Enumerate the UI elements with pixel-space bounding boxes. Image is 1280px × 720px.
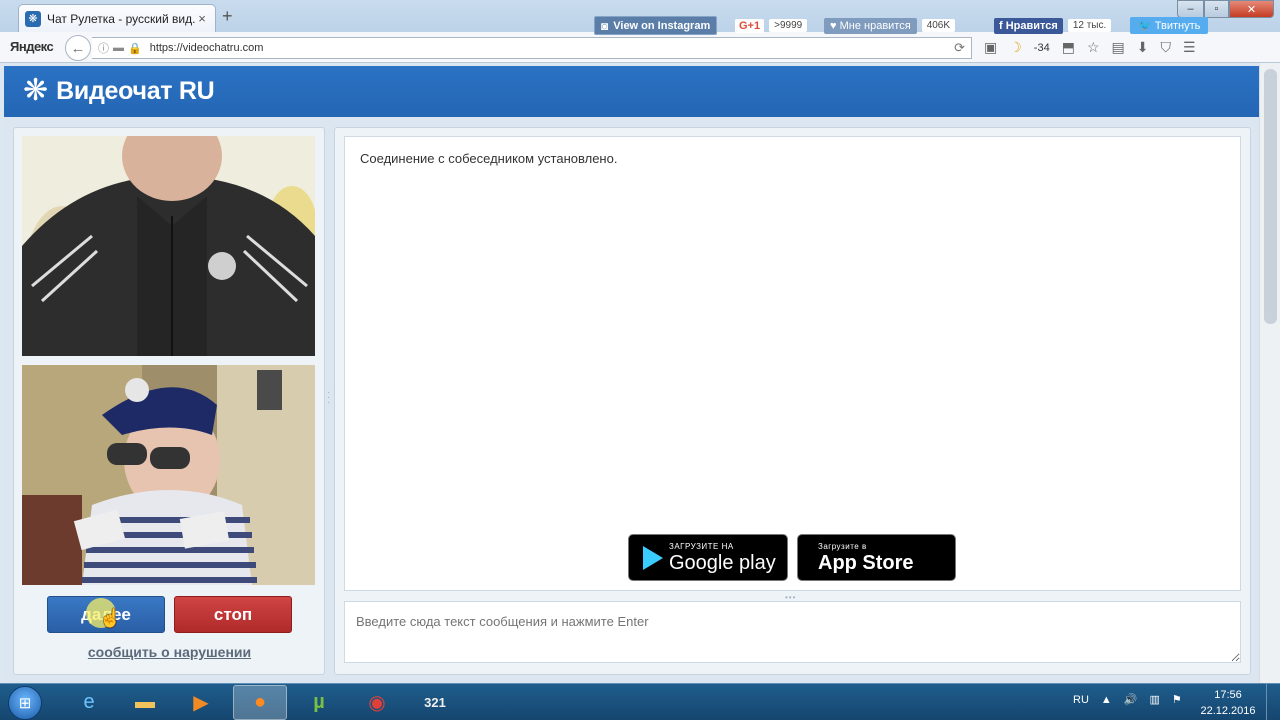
facebook-like-count: 12 тыс. <box>1067 19 1112 32</box>
tray-expand-icon[interactable]: ▲ <box>1101 694 1112 706</box>
gplus-button[interactable]: G+1 <box>735 18 765 33</box>
new-tab-button[interactable]: + <box>222 6 233 27</box>
browser-nav-bar: Яндекс ← ⓘ ▬ 🔒 https://videochatru.com ⟳… <box>0 32 1280 63</box>
reload-icon[interactable]: ⟳ <box>954 40 965 56</box>
tweet-label: Твитнуть <box>1154 20 1201 32</box>
reading-list-icon[interactable]: ▤ <box>1112 39 1125 56</box>
bookmark-star-icon[interactable]: ☆ <box>1087 39 1100 56</box>
facebook-like-button[interactable]: f Нравится <box>994 17 1063 34</box>
instagram-label: View on Instagram <box>613 19 711 32</box>
network-icon[interactable]: ▥ <box>1149 693 1159 706</box>
action-center-icon[interactable]: ⚑ <box>1172 693 1182 706</box>
app-store-big-text: App Store <box>818 551 914 574</box>
windows-taskbar: ⊞ e ▬ ▶ ● µ ◉ 321 RU ▲ 🔊 ▥ ⚑ 17:56 22.12… <box>0 683 1280 720</box>
taskbar-clock[interactable]: 17:56 22.12.2016 <box>1196 687 1260 719</box>
app-store-badge[interactable]: Загрузите в App Store <box>797 534 956 581</box>
clock-time: 17:56 <box>1214 689 1242 701</box>
gplus-count: >9999 <box>769 19 808 32</box>
site-title: Видеочат RU <box>56 76 215 105</box>
browser-tab[interactable]: ❋ Чат Рулетка - русский вид... × <box>18 4 216 32</box>
yandex-logo[interactable]: Яндекс <box>10 39 54 54</box>
pocket-icon[interactable]: ⛉ <box>1160 39 1171 56</box>
download-arrow-icon[interactable]: ⬇ <box>1137 39 1149 56</box>
partner-video <box>22 136 315 356</box>
site-header: ❋ Видеочат RU <box>4 66 1259 117</box>
google-play-badge[interactable]: ЗАГРУЗИТЕ НА Google play <box>628 534 788 581</box>
twitter-share[interactable]: 🐦 Твитнуть <box>1130 16 1209 35</box>
menu-hamburger-icon[interactable]: ☰ <box>1183 39 1196 56</box>
hand-cursor-icon: ☝ <box>99 608 122 628</box>
vk-like-share[interactable]: ♥ Мне нравится 406K <box>824 16 956 35</box>
message-input[interactable] <box>344 601 1241 663</box>
site-favicon-icon: ❋ <box>25 10 41 27</box>
facebook-like-label: Нравится <box>1005 19 1058 32</box>
address-bar[interactable]: ⓘ ▬ 🔒 https://videochatru.com ⟳ <box>92 37 972 59</box>
app-store-small-text: Загрузите в <box>818 541 867 551</box>
facebook-like-share[interactable]: f Нравится 12 тыс. <box>994 16 1112 35</box>
close-window-button[interactable]: ✕ <box>1229 0 1274 18</box>
close-tab-icon[interactable]: × <box>195 11 209 26</box>
report-violation-link[interactable]: сообщить о нарушении <box>47 644 292 660</box>
tab-title: Чат Рулетка - русский вид... <box>47 11 195 26</box>
google-play-big-text: Google play <box>669 551 776 574</box>
info-icon[interactable]: ⓘ <box>98 40 109 56</box>
system-tray: RU ▲ 🔊 ▥ ⚑ <box>1073 693 1182 707</box>
internet-explorer-icon[interactable]: e <box>62 685 116 720</box>
firefox-icon[interactable]: ● <box>233 685 287 720</box>
videochat-logo-icon: ❋ <box>23 74 49 107</box>
vk-like-button[interactable]: ♥ Мне нравится <box>824 17 917 34</box>
connection-status-message: Соединение с собеседником установлено. <box>360 151 618 166</box>
lock-icon[interactable]: 🔒 <box>128 42 142 55</box>
site-logo[interactable]: ❋ Видеочат RU <box>23 74 215 107</box>
google-play-small-text: ЗАГРУЗИТЕ НА <box>669 541 734 551</box>
page-icon: ▬ <box>113 42 124 54</box>
instagram-icon: ◙ <box>601 18 609 33</box>
volume-icon[interactable]: 🔊 <box>1124 693 1138 706</box>
vk-like-count: 406K <box>921 19 956 32</box>
language-indicator[interactable]: RU <box>1073 694 1089 706</box>
windows-start-icon[interactable]: ⊞ <box>8 686 42 720</box>
panel-divider-handle[interactable]: · · · <box>327 388 330 408</box>
url-text[interactable]: https://videochatru.com <box>150 42 264 54</box>
downloads-box-icon[interactable]: ⬒ <box>1062 39 1075 56</box>
back-arrow-icon[interactable]: ← <box>65 35 91 61</box>
tweet-button[interactable]: 🐦 Твитнуть <box>1130 17 1209 34</box>
file-explorer-icon[interactable]: ▬ <box>118 685 172 720</box>
stop-button[interactable]: стоп <box>174 596 292 633</box>
screenshot-icon[interactable]: ▣ <box>984 39 997 56</box>
vk-like-label: Мне нравится <box>839 19 911 32</box>
instagram-button[interactable]: ◙ View on Instagram <box>594 16 718 35</box>
chrome-icon[interactable]: ◉ <box>350 685 404 720</box>
weather-temperature[interactable]: -34 <box>1034 42 1050 54</box>
media-player-classic-icon[interactable]: 321 <box>408 685 462 720</box>
clock-date: 22.12.2016 <box>1200 705 1256 717</box>
media-player-icon[interactable]: ▶ <box>174 685 228 720</box>
scrollbar-thumb[interactable] <box>1264 69 1277 324</box>
chat-log: Соединение с собеседником установлено. <box>344 136 1241 591</box>
utorrent-icon[interactable]: µ <box>292 685 346 720</box>
google-play-icon <box>643 545 663 570</box>
weather-moon-icon[interactable]: ☽ <box>1009 39 1022 56</box>
show-desktop-button[interactable] <box>1266 684 1280 720</box>
gplus-share[interactable]: G+1 >9999 <box>735 16 808 35</box>
self-video <box>22 365 315 585</box>
page-scrollbar[interactable] <box>1259 63 1280 683</box>
